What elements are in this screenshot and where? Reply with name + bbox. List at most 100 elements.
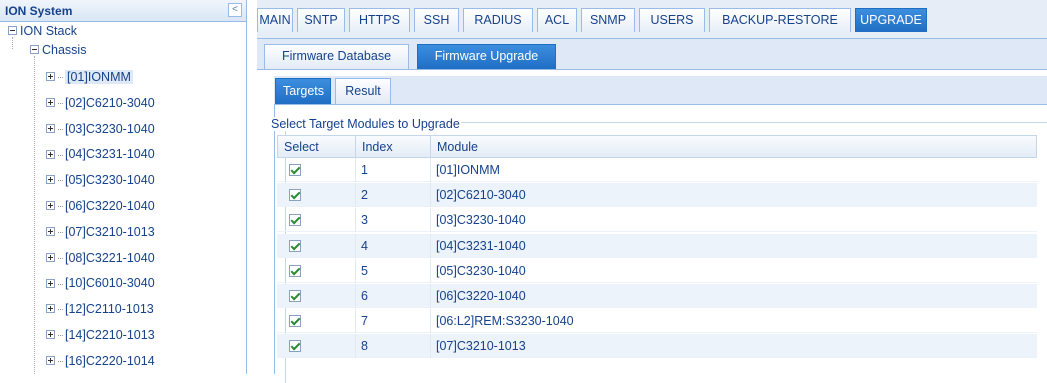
left-panel: ION System < ION Stack Chassis [01]IONMM… — [0, 0, 247, 374]
column-header-module[interactable]: Module — [431, 136, 1036, 158]
select-checkbox[interactable] — [289, 264, 301, 277]
tree-node-chassis[interactable]: Chassis — [30, 41, 86, 59]
column-divider — [430, 334, 431, 359]
expand-icon[interactable] — [46, 72, 55, 82]
tree-node-label: [08]C3221-1040 — [65, 250, 155, 265]
tree-connector — [58, 77, 63, 79]
expand-icon[interactable] — [46, 149, 55, 159]
module-cell: [06:L2]REM:S3230-1040 — [436, 314, 574, 329]
index-cell: 6 — [361, 289, 368, 303]
tab-snmp[interactable]: SNMP — [581, 8, 635, 32]
select-checkbox[interactable] — [289, 340, 301, 353]
expand-icon[interactable] — [46, 123, 55, 133]
column-divider — [355, 284, 356, 308]
tree-node-module[interactable]: [08]C3221-1040 — [46, 249, 155, 267]
tab-main[interactable]: MAIN — [257, 8, 293, 32]
tab-firmware-upgrade[interactable]: Firmware Upgrade — [417, 44, 556, 69]
column-divider — [355, 158, 356, 182]
expand-icon[interactable] — [46, 278, 55, 288]
expand-icon[interactable] — [46, 175, 55, 185]
tab-radius[interactable]: RADIUS — [463, 8, 533, 32]
column-header-select[interactable]: Select — [278, 136, 356, 158]
tree-node-label: [16]C2220-1014 — [65, 353, 155, 368]
tree-node-module[interactable]: [07]C3210-1013 — [46, 223, 155, 241]
select-checkbox[interactable] — [289, 189, 301, 202]
column-divider — [430, 158, 431, 182]
left-panel-title: ION System — [5, 4, 73, 18]
select-checkbox[interactable] — [289, 239, 301, 252]
column-header-index[interactable]: Index — [356, 136, 431, 158]
tree-node-label: [10]C6010-3040 — [65, 276, 155, 291]
index-cell: 7 — [361, 314, 368, 329]
tab-users[interactable]: USERS — [639, 8, 705, 32]
collapse-panel-button[interactable]: < — [228, 3, 242, 17]
tree-node-module[interactable]: [03]C3230-1040 — [46, 120, 155, 138]
index-cell: 1 — [361, 163, 368, 177]
tree-node-root[interactable]: ION Stack — [8, 22, 77, 40]
select-cell — [277, 158, 355, 182]
table-row[interactable]: 3 [03]C3230-1040 — [277, 208, 1037, 233]
tab-upgrade[interactable]: UPGRADE — [855, 8, 927, 32]
table-row[interactable]: 1 [01]IONMM — [277, 158, 1037, 182]
tree-connector — [58, 154, 63, 156]
expand-icon[interactable] — [46, 252, 55, 262]
select-checkbox[interactable] — [289, 214, 301, 227]
module-cell: [02]C6210-3040 — [436, 188, 526, 203]
column-divider — [430, 284, 431, 308]
tree-connector — [34, 56, 35, 374]
left-panel-header: ION System < — [0, 0, 246, 22]
expand-icon[interactable] — [46, 201, 55, 211]
tab-result[interactable]: Result — [335, 78, 391, 104]
expand-icon[interactable] — [46, 227, 55, 236]
select-checkbox[interactable] — [289, 164, 301, 176]
index-cell: 2 — [361, 188, 368, 203]
table-row[interactable]: 5 [05]C3230-1040 — [277, 258, 1037, 283]
table-row[interactable]: 6 [06]C3220-1040 — [277, 284, 1037, 308]
table-row[interactable]: 2 [02]C6210-3040 — [277, 183, 1037, 208]
select-checkbox[interactable] — [289, 315, 301, 328]
tab-https[interactable]: HTTPS — [349, 8, 410, 32]
tab-targets[interactable]: Targets — [275, 78, 331, 104]
select-cell — [277, 259, 355, 283]
tab-acl[interactable]: ACL — [537, 8, 577, 32]
tree-connector — [58, 257, 63, 259]
expand-icon[interactable] — [46, 304, 55, 314]
tree-node-module[interactable]: [02]C6210-3040 — [46, 94, 155, 112]
index-cell: 4 — [361, 238, 368, 253]
tree-node-module[interactable]: [04]C3231-1040 — [46, 145, 155, 163]
select-cell — [277, 309, 355, 333]
module-cell: [03]C3230-1040 — [436, 213, 526, 228]
tree-connector — [58, 206, 63, 208]
tree-connector — [58, 309, 63, 311]
select-cell — [277, 183, 355, 207]
tree-node-module[interactable]: [05]C3230-1040 — [46, 171, 155, 189]
right-panel: MAIN SNTP HTTPS SSH RADIUS ACL SNMP USERS BACKUP… — [257, 0, 1047, 383]
column-divider — [355, 258, 356, 283]
tree-node-label: [04]C3231-1040 — [65, 147, 155, 162]
module-cell: [04]C3231-1040 — [436, 238, 526, 253]
tab-firmware-database[interactable]: Firmware Database — [264, 44, 409, 69]
collapse-icon[interactable] — [30, 45, 39, 55]
tree-node-label: [03]C3230-1040 — [65, 121, 155, 136]
table-row[interactable]: 4 [04]C3231-1040 — [277, 233, 1037, 258]
expand-icon[interactable] — [46, 356, 55, 365]
tab-backup-restore[interactable]: BACKUP-RESTORE — [709, 8, 851, 32]
tab-sntp[interactable]: SNTP — [297, 8, 345, 32]
tab-ssh[interactable]: SSH — [414, 8, 459, 32]
select-cell — [277, 234, 355, 258]
expand-icon[interactable] — [46, 330, 55, 340]
tree-node-module[interactable]: [12]C2110-1013 — [46, 300, 154, 318]
tree-node-module[interactable]: [10]C6010-3040 — [46, 274, 155, 292]
tree-node-module[interactable]: [06]C3220-1040 — [46, 197, 155, 215]
collapse-icon[interactable] — [8, 26, 17, 36]
table-row[interactable]: 8 [07]C3210-1013 — [277, 334, 1037, 359]
select-checkbox[interactable] — [289, 290, 301, 302]
tree-node-module[interactable]: [14]C2210-1013 — [46, 326, 155, 344]
tree-node-label: [07]C3210-1013 — [65, 224, 155, 239]
expand-icon[interactable] — [46, 98, 55, 107]
tree-node-module[interactable]: [01]IONMM — [46, 68, 133, 86]
tree-node-module[interactable]: [16]C2220-1014 — [46, 352, 155, 370]
column-divider — [430, 233, 431, 258]
table-row[interactable]: 7 [06:L2]REM:S3230-1040 — [277, 309, 1037, 334]
grid-header: Select Index Module — [277, 135, 1037, 158]
